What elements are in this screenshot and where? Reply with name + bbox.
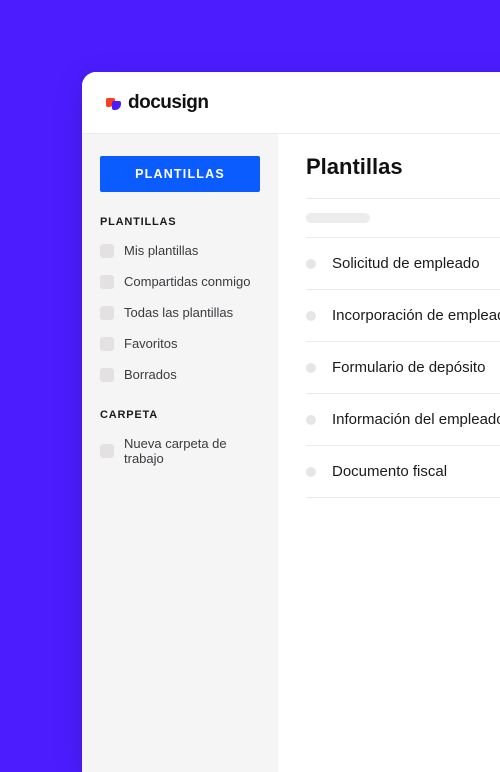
app-window: docusign Inicio Administrar PLANTILLAS P… — [82, 72, 500, 772]
template-list: Solicitud de empleado Incorporación de e… — [306, 238, 500, 498]
sidebar-item-label: Todas las plantillas — [124, 305, 233, 320]
template-row[interactable]: Incorporación de empleado — [306, 290, 500, 342]
sidebar-section-folder: CARPETA Nueva carpeta de trabajo — [100, 403, 260, 469]
folder-icon — [100, 444, 114, 458]
filter-placeholder[interactable] — [306, 213, 370, 223]
status-dot-icon — [306, 467, 316, 477]
sidebar-item-all-templates[interactable]: Todas las plantillas — [100, 302, 260, 323]
main-content: Plantillas Solicitud de empleado Incorpo… — [278, 134, 500, 772]
template-name: Incorporación de empleado — [332, 307, 500, 324]
template-row[interactable]: Formulario de depósito — [306, 342, 500, 394]
template-row[interactable]: Información del empleado — [306, 394, 500, 446]
folder-icon — [100, 337, 114, 351]
status-dot-icon — [306, 363, 316, 373]
folder-icon — [100, 244, 114, 258]
template-name: Solicitud de empleado — [332, 255, 480, 272]
sidebar-item-new-work-folder[interactable]: Nueva carpeta de trabajo — [100, 433, 260, 469]
status-dot-icon — [306, 311, 316, 321]
template-name: Documento fiscal — [332, 463, 447, 480]
body: PLANTILLAS PLANTILLAS Mis plantillas Com… — [82, 134, 500, 772]
docusign-logo-icon — [106, 95, 122, 111]
template-name: Formulario de depósito — [332, 359, 485, 376]
folder-icon — [100, 306, 114, 320]
sidebar-item-deleted[interactable]: Borrados — [100, 364, 260, 385]
page-title: Plantillas — [306, 154, 500, 180]
sidebar-item-shared-with-me[interactable]: Compartidas conmigo — [100, 271, 260, 292]
folder-icon — [100, 275, 114, 289]
folder-icon — [100, 368, 114, 382]
sidebar-header-templates: PLANTILLAS — [100, 216, 260, 228]
sidebar-item-label: Mis plantillas — [124, 243, 198, 258]
sidebar-section-templates: PLANTILLAS Mis plantillas Compartidas co… — [100, 210, 260, 385]
brand[interactable]: docusign — [106, 92, 208, 114]
topbar: docusign Inicio Administrar — [82, 72, 500, 134]
status-dot-icon — [306, 415, 316, 425]
sidebar-item-my-templates[interactable]: Mis plantillas — [100, 240, 260, 261]
sidebar-item-label: Borrados — [124, 367, 177, 382]
filter-bar — [306, 198, 500, 238]
status-dot-icon — [306, 259, 316, 269]
sidebar-header-folder: CARPETA — [100, 409, 260, 421]
sidebar-item-favorites[interactable]: Favoritos — [100, 333, 260, 354]
sidebar: PLANTILLAS PLANTILLAS Mis plantillas Com… — [82, 134, 278, 772]
sidebar-item-label: Favoritos — [124, 336, 177, 351]
sidebar-item-label: Nueva carpeta de trabajo — [124, 436, 260, 466]
templates-button[interactable]: PLANTILLAS — [100, 156, 260, 192]
template-row[interactable]: Documento fiscal — [306, 446, 500, 498]
template-row[interactable]: Solicitud de empleado — [306, 238, 500, 290]
brand-name: docusign — [128, 92, 208, 114]
template-name: Información del empleado — [332, 411, 500, 428]
sidebar-item-label: Compartidas conmigo — [124, 274, 250, 289]
